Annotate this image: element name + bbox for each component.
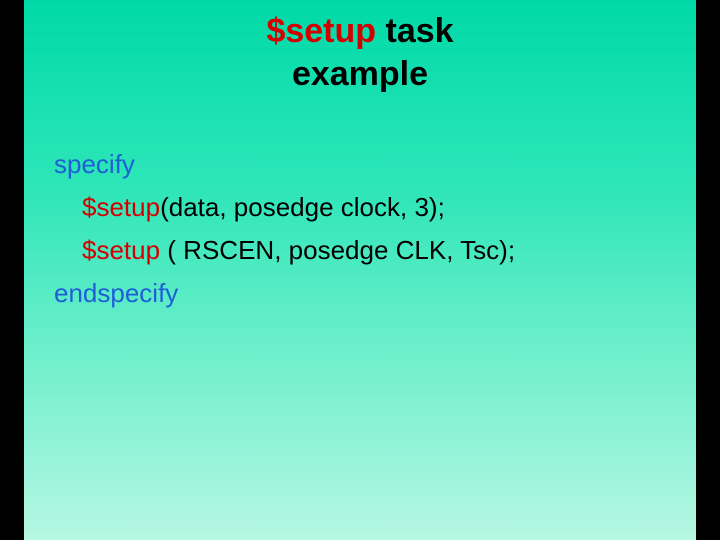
code-block: specify $setup(data, posedge clock, 3); … [54,143,666,315]
specify-keyword: specify [54,149,135,179]
code-line-2-rest: (data, posedge clock, 3); [160,192,445,222]
code-line-2: $setup(data, posedge clock, 3); [54,186,666,229]
slide-title: $setup task example [54,10,666,95]
code-line-4: endspecify [54,272,666,315]
title-line2: example [292,55,428,93]
code-line-1: specify [54,143,666,186]
code-line-3: $setup ( RSCEN, posedge CLK, Tsc); [54,229,666,272]
endspecify-keyword: endspecify [54,278,178,308]
setup-keyword-2: $setup [82,235,160,265]
slide-stage: $setup task example specify $setup(data,… [0,0,720,540]
slide: $setup task example specify $setup(data,… [24,0,696,540]
title-rest: task [376,12,454,50]
title-setup-keyword: $setup [266,12,376,50]
code-line-3-rest: ( RSCEN, posedge CLK, Tsc); [160,235,515,265]
setup-keyword-1: $setup [82,192,160,222]
